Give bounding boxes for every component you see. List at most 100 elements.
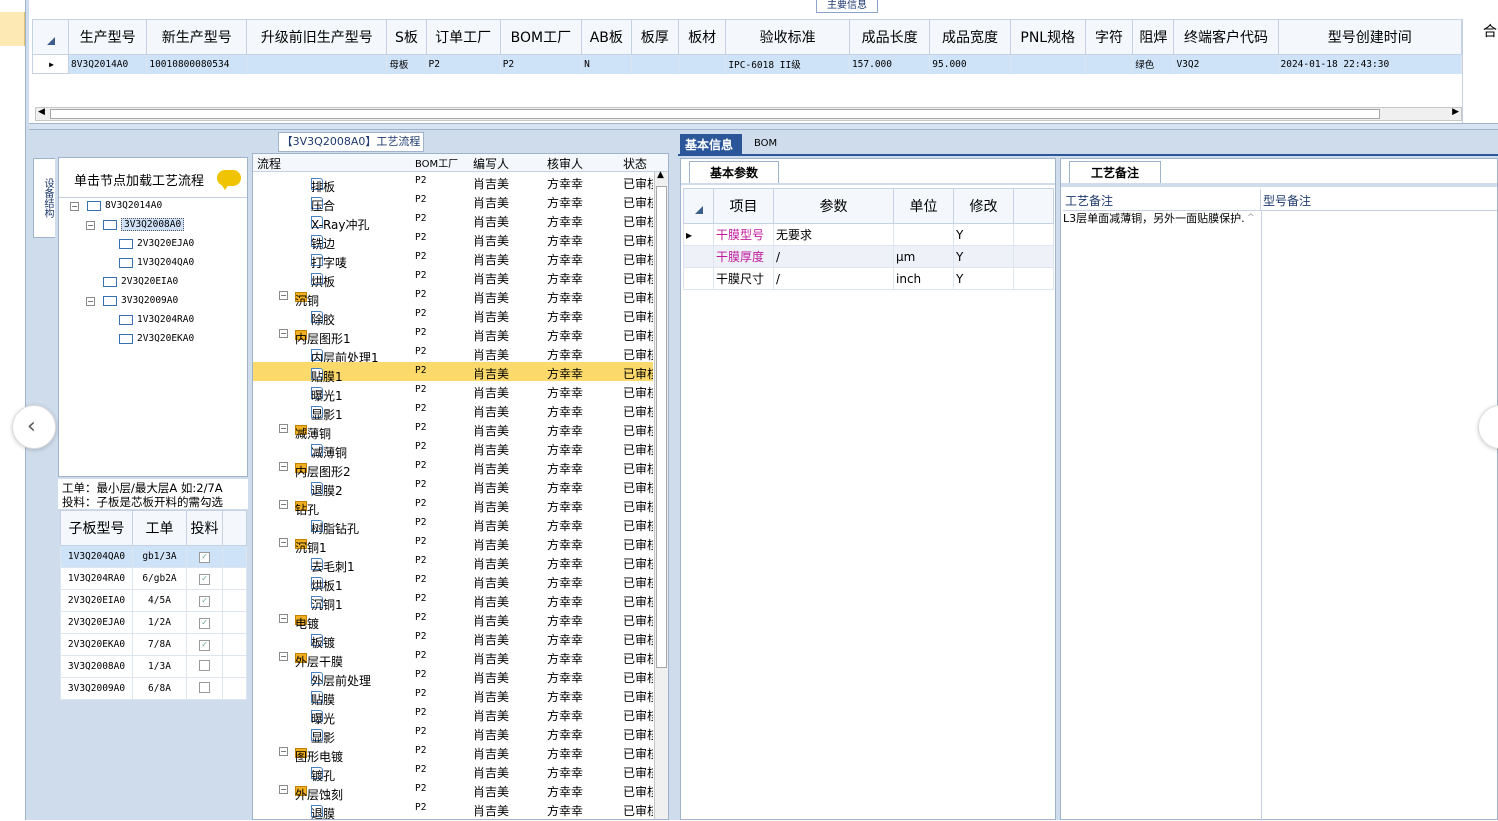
feed-cell[interactable] — [186, 677, 223, 700]
cell[interactable] — [631, 54, 679, 74]
main-info-row[interactable]: ▶ 8V3Q2014A0 10010800080534 母板 P2 P2 N IPC-601… — [31, 54, 1462, 74]
expand-toggle-icon[interactable]: − — [279, 500, 288, 509]
expand-toggle-icon[interactable]: − — [86, 297, 95, 306]
expand-toggle-icon[interactable]: − — [279, 538, 288, 547]
column-header[interactable]: AB板 — [581, 19, 632, 55]
feed-checkbox[interactable]: ✓ — [199, 573, 210, 585]
process-step-row[interactable]: 曝光P2肖吉美方幸幸已审核 — [253, 704, 653, 726]
param-cell[interactable]: / — [773, 245, 894, 268]
process-step-row[interactable]: 内层图形1−P2肖吉美方幸幸已审核 — [253, 324, 653, 346]
process-step-row[interactable]: 贴膜1P2肖吉美方幸幸已审核 — [253, 362, 653, 384]
column-header[interactable]: 验收标准 — [725, 19, 850, 55]
side-tab[interactable]: 设备结构 — [33, 158, 55, 238]
process-step-row[interactable]: 沉铜1P2肖吉美方幸幸已审核 — [253, 590, 653, 612]
process-step-row[interactable]: 减薄铜−P2肖吉美方幸幸已审核 — [253, 419, 653, 441]
column-header[interactable]: BOM工厂 — [499, 19, 583, 55]
feed-cell[interactable]: ✓ — [186, 567, 223, 590]
params-row[interactable]: 干膜厚度 / μm Y — [683, 245, 1054, 268]
cell[interactable]: V3Q2 — [1173, 54, 1279, 74]
column-header[interactable]: S板 — [386, 19, 427, 55]
sub-column-header[interactable]: 子板型号 — [60, 510, 133, 546]
process-step-row[interactable]: 图形电镀−P2肖吉美方幸幸已审核 — [253, 742, 653, 764]
params-row[interactable]: ▸ 干膜型号 无要求 Y — [683, 223, 1054, 246]
tree-node[interactable]: 1V3Q204QA0 — [119, 257, 194, 268]
params-column-header[interactable]: 参数 — [773, 188, 894, 224]
process-step-row[interactable]: 压合P2肖吉美方幸幸已审核 — [253, 191, 653, 213]
cell[interactable] — [246, 54, 388, 74]
prev-nav-button[interactable]: ‹ — [12, 405, 56, 449]
item-cell[interactable]: 干膜尺寸 — [713, 267, 774, 290]
process-step-row[interactable]: 外层干膜−P2肖吉美方幸幸已审核 — [253, 647, 653, 669]
feed-checkbox[interactable]: ✓ — [199, 639, 210, 651]
sub-board-row[interactable]: 1V3Q204QA0 gb1/3A ✓ — [60, 545, 247, 568]
feed-cell[interactable] — [186, 655, 223, 678]
sub-board-order[interactable]: 4/5A — [132, 589, 187, 612]
sub-column-header[interactable]: 投料 — [186, 510, 223, 546]
column-header[interactable]: 新生产型号 — [146, 19, 248, 55]
cell[interactable]: 绿色 — [1132, 54, 1175, 74]
tab-bom[interactable]: BOM — [748, 134, 788, 154]
modify-cell[interactable]: Y — [953, 245, 1014, 268]
tree-node[interactable]: 3V3Q2009A0 — [103, 295, 178, 306]
process-step-row[interactable]: 沉铜1−P2肖吉美方幸幸已审核 — [253, 533, 653, 555]
feed-cell[interactable]: ✓ — [186, 611, 223, 634]
sub-board-row[interactable]: 1V3Q204RA0 6/gb2A ✓ — [60, 567, 247, 590]
sub-board-order[interactable]: 1/3A — [132, 655, 187, 678]
cell[interactable]: 2024-01-18 22:43:30 — [1278, 54, 1462, 74]
tree-node[interactable]: 2V3Q20EIA0 — [103, 276, 178, 287]
scroll-up-icon[interactable]: ▲ — [657, 170, 664, 180]
cell[interactable]: N — [581, 54, 632, 74]
process-step-row[interactable]: 减薄铜P2肖吉美方幸幸已审核 — [253, 438, 653, 460]
expand-toggle-icon[interactable]: − — [279, 614, 288, 623]
process-step-row[interactable]: 排板P2肖吉美方幸幸已审核 — [253, 172, 653, 194]
column-header[interactable]: 阻焊 — [1132, 19, 1175, 55]
column-header[interactable]: 升级前旧生产型号 — [246, 19, 388, 55]
process-step-row[interactable]: 外层前处理P2肖吉美方幸幸已审核 — [253, 666, 653, 688]
sub-board-model[interactable]: 3V3Q2009A0 — [60, 677, 133, 700]
feed-checkbox[interactable] — [199, 681, 210, 693]
item-cell[interactable]: 干膜厚度 — [713, 245, 774, 268]
param-cell[interactable]: / — [773, 267, 894, 290]
top-horizontal-scrollbar[interactable]: ◀ ▶ — [35, 107, 1462, 121]
params-column-header[interactable]: 单位 — [893, 188, 954, 224]
process-step-row[interactable]: 打字唛P2肖吉美方幸幸已审核 — [253, 248, 653, 270]
sub-board-model[interactable]: 2V3Q20EKA0 — [60, 633, 133, 656]
tree-node[interactable]: 2V3Q20EKA0 — [119, 333, 194, 344]
left-edge-tab[interactable] — [0, 12, 25, 46]
expand-toggle-icon[interactable]: − — [70, 202, 79, 211]
process-step-row[interactable]: 铣边P2肖吉美方幸幸已审核 — [253, 229, 653, 251]
column-header[interactable]: 成品长度 — [848, 19, 931, 55]
process-step-row[interactable]: 树脂钻孔P2肖吉美方幸幸已审核 — [253, 514, 653, 536]
feed-checkbox[interactable]: ✓ — [199, 595, 210, 607]
sub-board-order[interactable]: 1/2A — [132, 611, 187, 634]
sub-board-model[interactable]: 1V3Q204RA0 — [60, 567, 133, 590]
process-step-row[interactable]: 除胶P2肖吉美方幸幸已审核 — [253, 305, 653, 327]
process-step-row[interactable]: 电镀−P2肖吉美方幸幸已审核 — [253, 609, 653, 631]
modify-cell[interactable]: Y — [953, 267, 1014, 290]
process-step-row[interactable]: 烘板P2肖吉美方幸幸已审核 — [253, 267, 653, 289]
sub-board-order[interactable]: 7/8A — [132, 633, 187, 656]
sub-board-model[interactable]: 2V3Q20EIA0 — [60, 589, 133, 612]
tree-node[interactable]: 8V3Q2014A0 — [87, 200, 162, 211]
sub-board-model[interactable]: 2V3Q20EJA0 — [60, 611, 133, 634]
tree-node[interactable]: 3V3Q2008A0 — [103, 218, 185, 231]
cell[interactable]: P2 — [426, 54, 501, 74]
cell[interactable]: 95.000 — [929, 54, 1011, 74]
cell[interactable] — [1085, 54, 1134, 74]
tab-basic-info[interactable]: 基本信息 — [680, 134, 742, 154]
column-header[interactable]: 成品宽度 — [929, 19, 1011, 55]
scroll-right-icon[interactable]: ▶ — [1452, 107, 1459, 117]
modify-cell[interactable]: Y — [953, 223, 1014, 246]
scroll-thumb[interactable] — [50, 109, 1380, 119]
unit-cell[interactable]: inch — [893, 267, 954, 290]
sub-board-order[interactable]: 6/8A — [132, 677, 187, 700]
scroll-left-icon[interactable]: ◀ — [38, 107, 45, 117]
sub-board-row[interactable]: 2V3Q20EJA0 1/2A ✓ — [60, 611, 247, 634]
sub-board-row[interactable]: 3V3Q2009A0 6/8A — [60, 677, 247, 700]
tab-process-remark[interactable]: 工艺备注 — [1069, 161, 1161, 183]
cell[interactable]: 10010800080534 — [146, 54, 248, 74]
column-header[interactable]: 型号创建时间 — [1277, 19, 1462, 55]
feed-checkbox[interactable]: ✓ — [199, 617, 210, 629]
sub-board-row[interactable]: 2V3Q20EKA0 7/8A ✓ — [60, 633, 247, 656]
cell[interactable]: 8V3Q2014A0 — [68, 54, 148, 74]
